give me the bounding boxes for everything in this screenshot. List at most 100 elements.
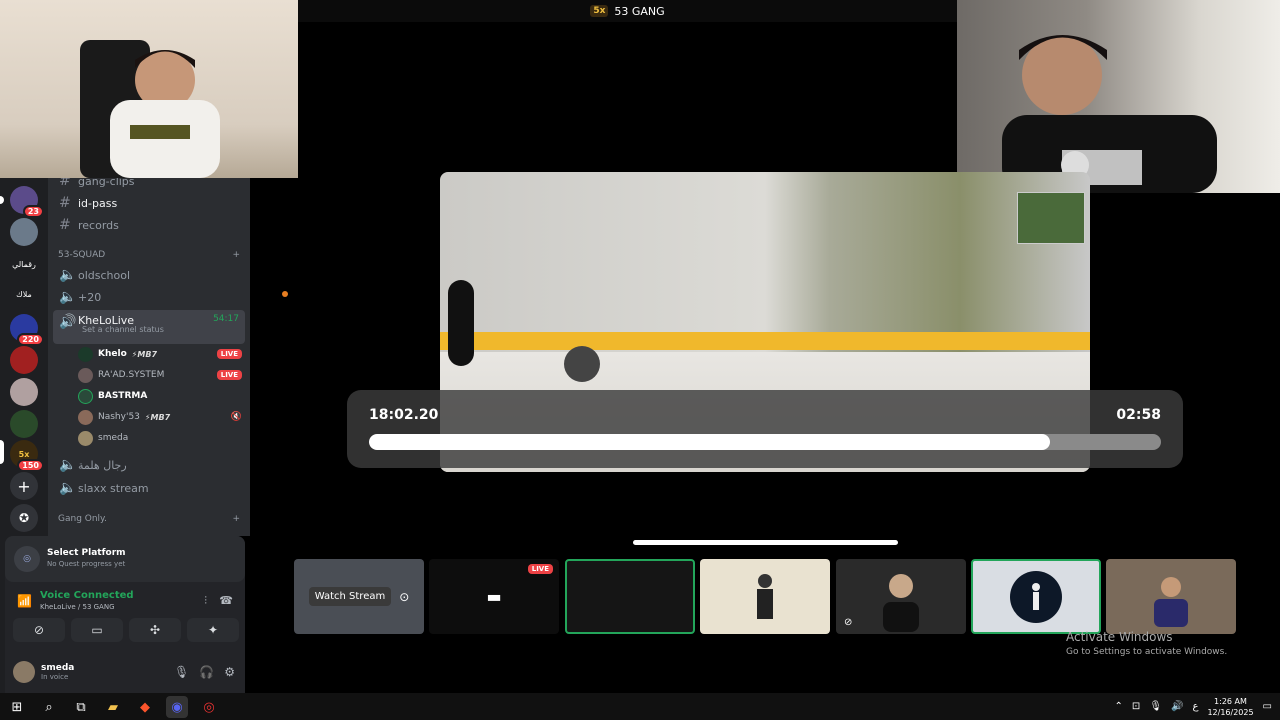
voice-rijal[interactable]: 🔈 رجال هلمة bbox=[53, 454, 245, 476]
server-icon-1[interactable]: 23 bbox=[10, 186, 44, 218]
stream-thumbnails: Watch Stream ⊙ ▬ LIVE ⊘ bbox=[294, 559, 1238, 634]
popout-icon[interactable]: ⊙ bbox=[399, 590, 409, 604]
server-icon-8[interactable] bbox=[10, 410, 38, 438]
file-explorer-icon[interactable]: ▰ bbox=[102, 696, 124, 718]
camera-off-icon[interactable]: ⊘ bbox=[13, 618, 65, 642]
noise-suppression-icon[interactable]: ⫶ bbox=[204, 594, 207, 608]
thumb-user-figure[interactable] bbox=[971, 559, 1101, 634]
game-button bbox=[564, 346, 600, 382]
add-server-icon[interactable]: + bbox=[10, 472, 38, 500]
voice-connected-title: Voice Connected bbox=[40, 590, 134, 601]
channel-status: Set a channel status bbox=[82, 325, 164, 334]
voice-slaxx[interactable]: 🔈 slaxx stream bbox=[53, 477, 245, 499]
voice-connected-subtitle[interactable]: KheLoLive / 53 GANG bbox=[40, 603, 115, 611]
hash-icon: # bbox=[59, 195, 71, 211]
seek-overlay[interactable]: 18:02.20 02:58 bbox=[347, 390, 1183, 468]
voice-plus20[interactable]: 🔈 +20 bbox=[53, 286, 245, 308]
soundboard-icon[interactable]: ✦ bbox=[187, 618, 239, 642]
add-channel-icon[interactable]: + bbox=[232, 250, 240, 260]
category-gang-only[interactable]: Gang Only. + bbox=[58, 514, 240, 524]
live-badge: LIVE bbox=[216, 370, 242, 380]
activate-windows-watermark: Activate Windows Go to Settings to activ… bbox=[1066, 630, 1227, 657]
discord-icon[interactable]: ◉ bbox=[166, 696, 188, 718]
thumb-user-dark[interactable] bbox=[565, 559, 695, 634]
obs-icon[interactable]: ◎ bbox=[198, 696, 220, 718]
live-badge: LIVE bbox=[527, 564, 553, 574]
search-icon[interactable]: ⌕ bbox=[38, 696, 60, 718]
watch-stream-button[interactable]: Watch Stream bbox=[308, 587, 392, 606]
microphone-tray-icon[interactable]: 🎙 bbox=[1149, 701, 1162, 712]
quest-card[interactable]: ◎ Select Platform No Quest progress yet bbox=[5, 536, 245, 582]
channel-timer: 54:17 bbox=[213, 314, 239, 324]
brave-icon[interactable]: ◆ bbox=[134, 696, 156, 718]
channel-list: # gang-clips # id-pass # records 53-SQUAD + … bbox=[48, 178, 250, 536]
seek-bar-fill bbox=[369, 434, 1051, 450]
voice-user[interactable]: smeda bbox=[78, 428, 242, 448]
thumb-user-portrait[interactable]: ⊘ bbox=[836, 559, 966, 634]
voice-user[interactable]: Nashy'53 ⚡MB7 🔇 bbox=[78, 407, 242, 427]
category-53-squad[interactable]: 53-SQUAD + bbox=[58, 250, 240, 260]
chevron-up-icon[interactable]: ⌃ bbox=[1115, 701, 1123, 712]
user-name: BASTRMA bbox=[98, 391, 148, 401]
language-indicator[interactable]: ع bbox=[1192, 701, 1198, 712]
channel-id-pass[interactable]: # id-pass bbox=[53, 192, 245, 214]
server-icon-4[interactable]: ملاك bbox=[10, 280, 38, 308]
voice-khelolive[interactable]: 🔊 KheLoLive Set a channel status 54:17 bbox=[53, 310, 245, 344]
voice-user[interactable]: BASTRMA bbox=[78, 386, 242, 406]
voice-oldschool[interactable]: 🔈 oldschool bbox=[53, 264, 245, 286]
avatar bbox=[78, 346, 93, 362]
network-icon[interactable]: ⊡ bbox=[1132, 701, 1140, 712]
speaker-icon: 🔊 bbox=[59, 314, 77, 330]
server-icon-3[interactable]: رقمالي bbox=[10, 250, 38, 278]
discover-icon[interactable]: ✪ bbox=[10, 504, 38, 532]
channel-records[interactable]: # records bbox=[53, 214, 245, 236]
disconnect-icon[interactable]: ☎ bbox=[219, 594, 233, 607]
clock-time: 1:26 AM bbox=[1214, 696, 1247, 706]
user-status: In voice bbox=[41, 673, 69, 681]
webcam-right bbox=[957, 0, 1280, 193]
channel-label: gang-clips bbox=[78, 178, 135, 188]
scroll-indicator[interactable] bbox=[633, 540, 898, 545]
headphones-icon[interactable]: 🎧 bbox=[199, 665, 214, 679]
notification-icon[interactable]: ▭ bbox=[1263, 701, 1272, 712]
task-view-icon[interactable]: ⧉ bbox=[70, 696, 92, 718]
thumb-user-player[interactable] bbox=[1106, 559, 1236, 634]
thumb-watch-stream[interactable]: Watch Stream ⊙ bbox=[294, 559, 424, 634]
rail-pill bbox=[0, 196, 4, 204]
gear-icon[interactable]: ⚙ bbox=[224, 665, 235, 679]
user-name: Khelo bbox=[98, 349, 127, 359]
channel-gang-clips[interactable]: # gang-clips bbox=[53, 178, 245, 192]
server-label-2: ملاك bbox=[16, 289, 32, 299]
mention-badge: 220 bbox=[17, 333, 44, 346]
activities-icon[interactable]: ✣ bbox=[129, 618, 181, 642]
user-panel: ◎ Select Platform No Quest progress yet … bbox=[5, 536, 245, 693]
clock[interactable]: 1:26 AM 12/16/2025 bbox=[1207, 696, 1253, 718]
thumb-user-suit[interactable] bbox=[700, 559, 830, 634]
add-channel-icon[interactable]: + bbox=[232, 514, 240, 524]
rail-pill-active bbox=[0, 440, 4, 464]
voice-user[interactable]: Khelo ⚡MB7 LIVE bbox=[78, 344, 242, 364]
avatar bbox=[78, 388, 93, 404]
channel-label: oldschool bbox=[78, 268, 131, 282]
thumb-screen[interactable]: ▬ LIVE bbox=[429, 559, 559, 634]
server-icon-7[interactable] bbox=[10, 378, 38, 406]
user-name: Nashy'53 bbox=[98, 412, 140, 422]
screen-share-icon[interactable]: ▭ bbox=[71, 618, 123, 642]
server-icon-53gang[interactable]: 5x 150 bbox=[10, 440, 44, 472]
seek-bar[interactable] bbox=[369, 434, 1161, 450]
avatar[interactable] bbox=[13, 661, 35, 683]
channel-label: slaxx stream bbox=[78, 481, 149, 495]
volume-icon[interactable]: 🔊 bbox=[1171, 701, 1183, 712]
server-icon-2[interactable] bbox=[10, 218, 38, 246]
server-icon-5[interactable]: 220 bbox=[10, 314, 44, 346]
microphone-icon[interactable]: 🎙 bbox=[174, 665, 189, 679]
channel-label: records bbox=[78, 218, 119, 232]
windows-start-icon[interactable]: ⊞ bbox=[6, 696, 28, 718]
video-off-icon: ⊘ bbox=[844, 617, 853, 628]
avatar bbox=[78, 430, 93, 446]
speaker-icon: 🔈 bbox=[59, 289, 77, 305]
server-mark: 5x bbox=[590, 5, 609, 17]
minimap bbox=[1017, 192, 1085, 244]
voice-user[interactable]: RA'AD.SYSTEM LIVE bbox=[78, 365, 242, 385]
server-icon-6[interactable] bbox=[10, 346, 38, 374]
